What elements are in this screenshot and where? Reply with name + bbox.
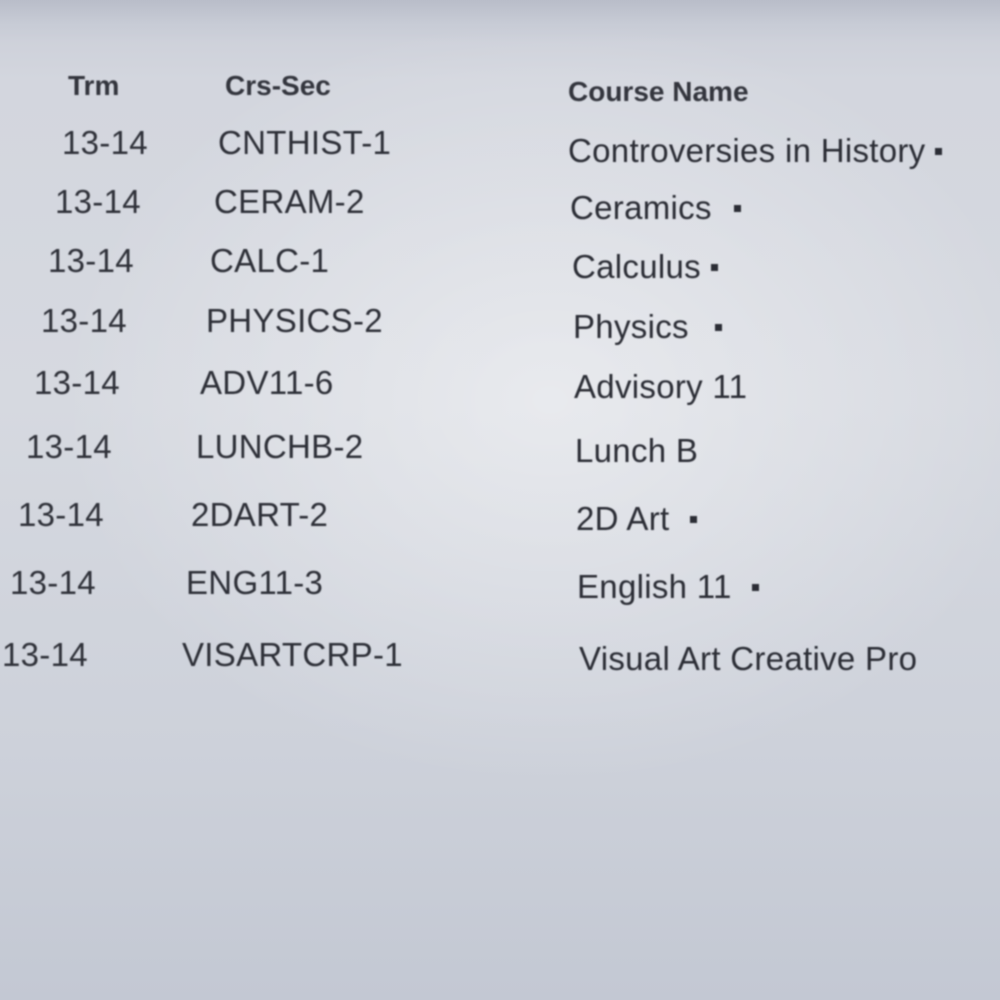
- bullet-mark: [714, 323, 722, 331]
- course-name-text: Calculus: [572, 248, 701, 285]
- term-cell: 13-14: [55, 183, 141, 220]
- course-name-text: Visual Art Creative Pro: [579, 640, 918, 677]
- term-cell: 13-14: [10, 564, 96, 601]
- table-row: 13-14 PHYSICS-2 Physics: [0, 302, 1000, 345]
- course-section-cell: CERAM-2: [214, 183, 365, 220]
- course-name-text: Physics: [573, 308, 689, 345]
- header-term: Trm: [68, 70, 120, 101]
- table-row: 13-14 CERAM-2 Ceramics: [0, 183, 1000, 226]
- course-name-text: Ceramics: [570, 189, 712, 226]
- course-name-text: Lunch B: [575, 432, 699, 469]
- course-name-text: Advisory 11: [574, 368, 748, 405]
- term-cell: 13-14: [41, 302, 127, 339]
- course-section-cell: 2DART-2: [191, 496, 329, 533]
- course-name-cell: 2D Art: [576, 500, 697, 538]
- course-section-cell: ADV11-6: [200, 364, 334, 401]
- course-section-cell: CALC-1: [210, 242, 330, 279]
- term-cell: 13-14: [34, 364, 120, 401]
- bullet-mark: [689, 515, 697, 523]
- course-name-cell: English 11: [577, 568, 759, 606]
- course-name-cell: Physics: [573, 308, 722, 346]
- table-header: Trm Crs-Sec Course Name: [0, 70, 1000, 110]
- course-name-text: 2D Art: [576, 500, 670, 537]
- course-name-cell: Advisory 11: [574, 368, 747, 406]
- bullet-mark: [733, 204, 741, 212]
- course-section-cell: ENG11-3: [186, 564, 324, 601]
- term-cell: 13-14: [26, 428, 112, 465]
- course-section-cell: CNTHIST-1: [218, 124, 392, 161]
- course-name-cell: Visual Art Creative Pro: [579, 640, 917, 678]
- course-name-cell: Controversies in History: [568, 132, 943, 170]
- bullet-mark: [710, 263, 718, 271]
- table-row: 13-14 CNTHIST-1 Controversies in History: [0, 124, 1000, 169]
- table-row: 13-14 ENG11-3 English 11: [0, 564, 1000, 606]
- course-section-cell: LUNCHB-2: [196, 428, 364, 465]
- bullet-mark: [751, 583, 759, 591]
- bullet-mark: [935, 147, 943, 155]
- term-cell: 13-14: [48, 242, 134, 279]
- header-course-section: Crs-Sec: [225, 70, 331, 101]
- course-section-cell: PHYSICS-2: [206, 302, 383, 339]
- term-cell: 13-14: [18, 496, 104, 533]
- course-name-text: Controversies in History: [568, 132, 926, 169]
- term-cell: 13-14: [2, 636, 88, 673]
- course-name-cell: Ceramics: [570, 189, 741, 227]
- header-course-name: Course Name: [568, 76, 749, 107]
- course-name-cell: Lunch B: [575, 432, 698, 470]
- course-schedule-table: Trm Crs-Sec Course Name 13-14 CNTHIST-1 …: [0, 0, 1000, 1000]
- table-row: 13-14 VISARTCRP-1 Visual Art Creative Pr…: [0, 636, 1000, 678]
- course-name-text: English 11: [577, 568, 732, 605]
- table-row: 13-14 LUNCHB-2 Lunch B: [0, 428, 1000, 470]
- course-section-cell: VISARTCRP-1: [182, 636, 403, 673]
- table-row: 13-14 2DART-2 2D Art: [0, 496, 1000, 538]
- course-name-cell: Calculus: [572, 248, 718, 286]
- term-cell: 13-14: [62, 124, 148, 161]
- table-row: 13-14 ADV11-6 Advisory 11: [0, 364, 1000, 406]
- table-row: 13-14 CALC-1 Calculus: [0, 242, 1000, 285]
